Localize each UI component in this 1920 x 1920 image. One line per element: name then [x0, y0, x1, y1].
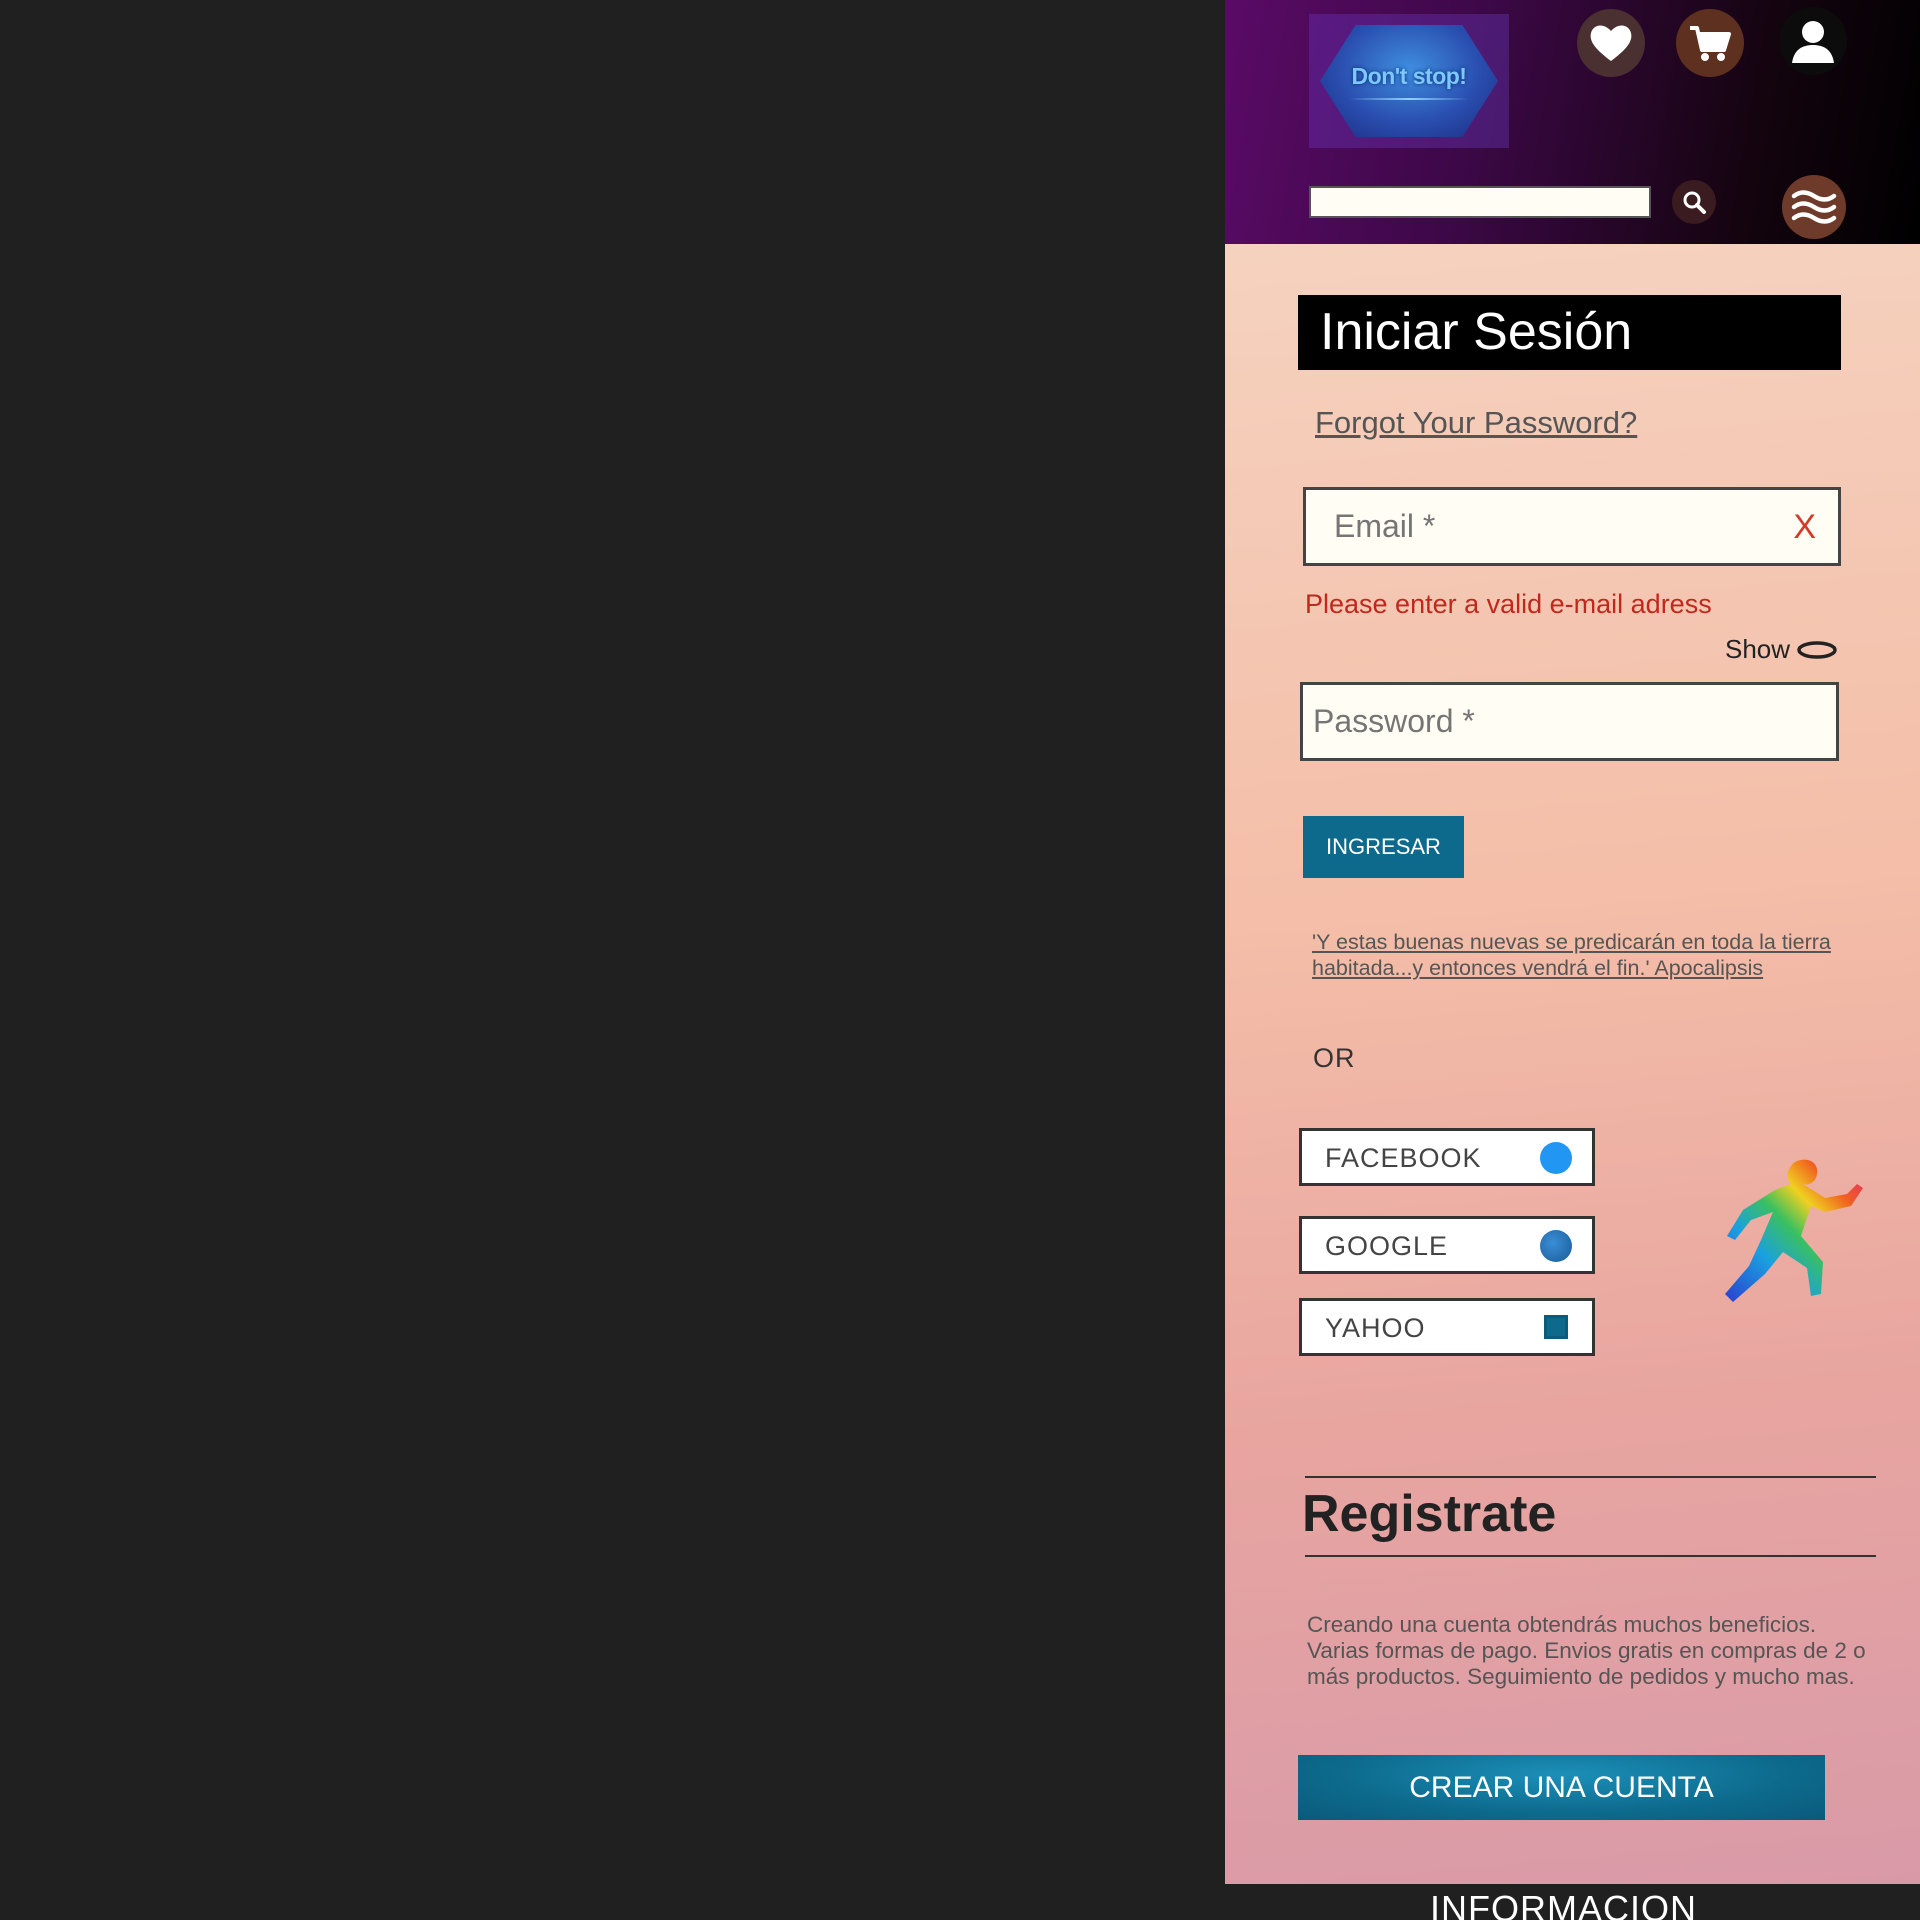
wishlist-button[interactable] [1577, 9, 1645, 77]
footer-title: INFORMACION [1430, 1888, 1697, 1920]
cart-icon [1690, 26, 1731, 61]
search-icon [1683, 191, 1706, 214]
register-title: Registrate [1302, 1485, 1557, 1543]
forgot-password-link[interactable]: Forgot Your Password? [1315, 405, 1637, 441]
show-password-label: Show [1725, 634, 1791, 664]
page-title: Iniciar Sesión [1298, 295, 1841, 370]
facebook-icon [1540, 1142, 1572, 1174]
email-input[interactable] [1306, 490, 1838, 563]
search-input[interactable] [1309, 186, 1651, 218]
password-field[interactable] [1300, 682, 1839, 761]
yahoo-login-button[interactable]: YAHOO [1299, 1298, 1595, 1356]
yahoo-label: YAHOO [1325, 1313, 1426, 1343]
search-button[interactable] [1672, 180, 1716, 224]
logo[interactable]: Don't stop! [1309, 14, 1509, 148]
register-description: Creando una cuenta obtendrás muchos bene… [1307, 1612, 1866, 1689]
facebook-login-button[interactable]: FACEBOOK [1299, 1128, 1595, 1186]
email-field[interactable]: X [1303, 487, 1841, 566]
main-content: Iniciar Sesión Forgot Your Password? X P… [1225, 244, 1920, 1884]
logo-text: Don't stop! [1351, 62, 1467, 89]
login-button[interactable]: INGRESAR [1303, 816, 1464, 878]
runner-illustration [1628, 1159, 1863, 1302]
yahoo-icon [1544, 1315, 1568, 1339]
google-login-button[interactable]: GOOGLE [1299, 1216, 1595, 1274]
logo-underline [1349, 97, 1469, 100]
app-panel: Don't stop! Iniciar Sesión Forgot Your P… [1225, 0, 1920, 1920]
menu-button[interactable] [1782, 175, 1846, 239]
account-button[interactable] [1779, 7, 1847, 75]
heart-icon [1590, 25, 1632, 61]
user-icon [1792, 21, 1834, 63]
show-password-toggle[interactable]: Show [1725, 634, 1838, 665]
google-icon [1540, 1230, 1572, 1262]
password-input[interactable] [1303, 685, 1836, 758]
create-account-button[interactable]: CREAR UNA CUENTA [1298, 1755, 1825, 1820]
quote-link[interactable]: 'Y estas buenas nuevas se predicarán en … [1312, 929, 1832, 981]
register-divider-top [1305, 1476, 1876, 1478]
email-error-message: Please enter a valid e-mail adress [1305, 589, 1712, 619]
logo-badge: Don't stop! [1320, 25, 1498, 137]
menu-icon [1791, 190, 1837, 224]
email-clear-button[interactable]: X [1793, 508, 1816, 547]
or-divider-label: OR [1313, 1043, 1356, 1073]
register-divider-bottom [1305, 1555, 1876, 1557]
google-label: GOOGLE [1325, 1231, 1449, 1261]
facebook-label: FACEBOOK [1325, 1143, 1482, 1173]
header: Don't stop! [1225, 0, 1920, 244]
cart-button[interactable] [1676, 9, 1744, 77]
eye-icon [1797, 640, 1837, 659]
